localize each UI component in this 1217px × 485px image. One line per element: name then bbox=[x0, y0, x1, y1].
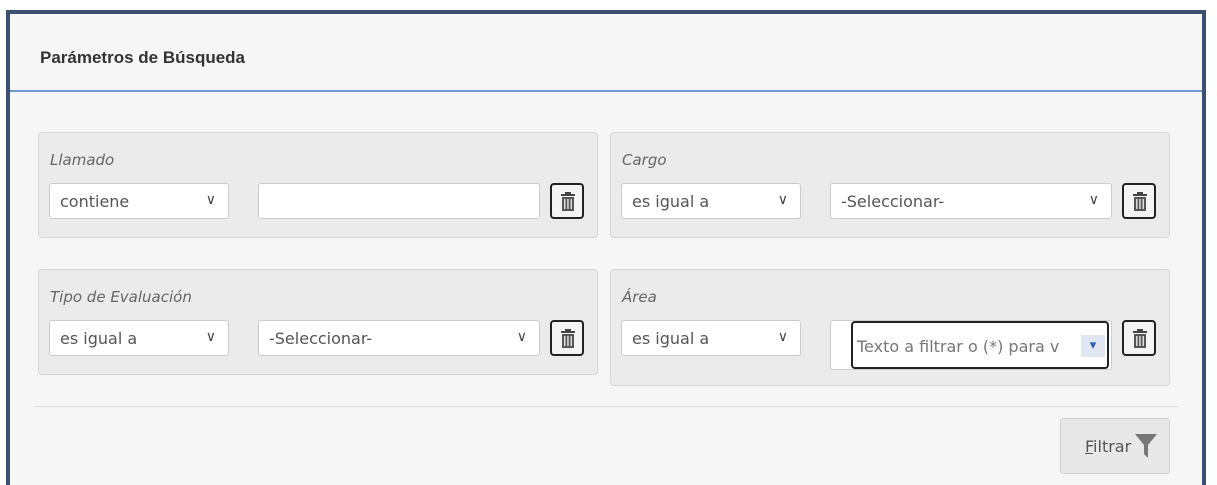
operator-select-area[interactable]: es igual a ∨ bbox=[621, 320, 801, 356]
filter-label-area: Área bbox=[622, 288, 657, 306]
area-filter-placeholder: Texto a filtrar o (*) para v bbox=[857, 337, 1060, 356]
chevron-down-icon: ∨ bbox=[777, 329, 788, 345]
cargo-select-value: -Seleccionar- bbox=[841, 192, 945, 211]
filter-accesskey: F bbox=[1085, 437, 1094, 456]
trash-icon bbox=[561, 192, 575, 211]
chevron-down-icon: ∨ bbox=[205, 329, 216, 345]
operator-value: contiene bbox=[60, 192, 130, 211]
llamado-input[interactable] bbox=[258, 183, 540, 219]
operator-value: es igual a bbox=[632, 192, 710, 211]
panel-header: Parámetros de Búsqueda bbox=[10, 14, 1202, 92]
filter-button[interactable]: Filtrar bbox=[1060, 418, 1170, 474]
chevron-down-icon[interactable]: ▾ bbox=[1081, 335, 1105, 357]
panel-title: Parámetros de Búsqueda bbox=[40, 48, 246, 67]
operator-select-cargo[interactable]: es igual a ∨ bbox=[621, 183, 801, 219]
trash-icon bbox=[1133, 329, 1147, 348]
delete-filter-button-tipo-evaluacion[interactable] bbox=[550, 320, 584, 356]
filter-card-area: Área es igual a ∨ Texto a filtrar o (*) … bbox=[610, 269, 1170, 386]
tipo-evaluacion-select[interactable]: -Seleccionar- ∨ bbox=[258, 320, 540, 356]
filter-label-llamado: Llamado bbox=[50, 151, 115, 169]
filter-card-llamado: Llamado contiene ∨ bbox=[38, 132, 598, 238]
filter-label-rest: iltrar bbox=[1093, 437, 1132, 456]
chevron-down-icon: ∨ bbox=[1088, 192, 1099, 208]
area-filter-input[interactable]: Texto a filtrar o (*) para v ▾ bbox=[851, 321, 1109, 369]
filter-label-tipo-evaluacion: Tipo de Evaluación bbox=[50, 288, 192, 306]
delete-filter-button-area[interactable] bbox=[1122, 320, 1156, 356]
operator-select-tipo-evaluacion[interactable]: es igual a ∨ bbox=[49, 320, 229, 356]
filter-label-cargo: Cargo bbox=[622, 151, 667, 169]
chevron-down-icon: ∨ bbox=[205, 192, 216, 208]
area-combobox[interactable]: Texto a filtrar o (*) para v ▾ bbox=[830, 320, 1112, 370]
cargo-select[interactable]: -Seleccionar- ∨ bbox=[830, 183, 1112, 219]
chevron-down-icon: ∨ bbox=[777, 192, 788, 208]
operator-select-llamado[interactable]: contiene ∨ bbox=[49, 183, 229, 219]
filter-button-label: Filtrar bbox=[1085, 437, 1131, 456]
funnel-icon bbox=[1135, 434, 1157, 458]
chevron-down-icon: ∨ bbox=[516, 329, 527, 345]
tipo-evaluacion-select-value: -Seleccionar- bbox=[269, 329, 373, 348]
filter-card-tipo-evaluacion: Tipo de Evaluación es igual a ∨ -Selecci… bbox=[38, 269, 598, 375]
filter-card-cargo: Cargo es igual a ∨ -Seleccionar- ∨ bbox=[610, 132, 1170, 238]
operator-value: es igual a bbox=[60, 329, 138, 348]
operator-value: es igual a bbox=[632, 329, 710, 348]
trash-icon bbox=[561, 329, 575, 348]
trash-icon bbox=[1133, 192, 1147, 211]
divider bbox=[34, 406, 1178, 407]
delete-filter-button-llamado[interactable] bbox=[550, 183, 584, 219]
search-parameters-panel: Parámetros de Búsqueda Llamado contiene … bbox=[6, 10, 1206, 485]
delete-filter-button-cargo[interactable] bbox=[1122, 183, 1156, 219]
top-strip bbox=[0, 0, 1217, 10]
